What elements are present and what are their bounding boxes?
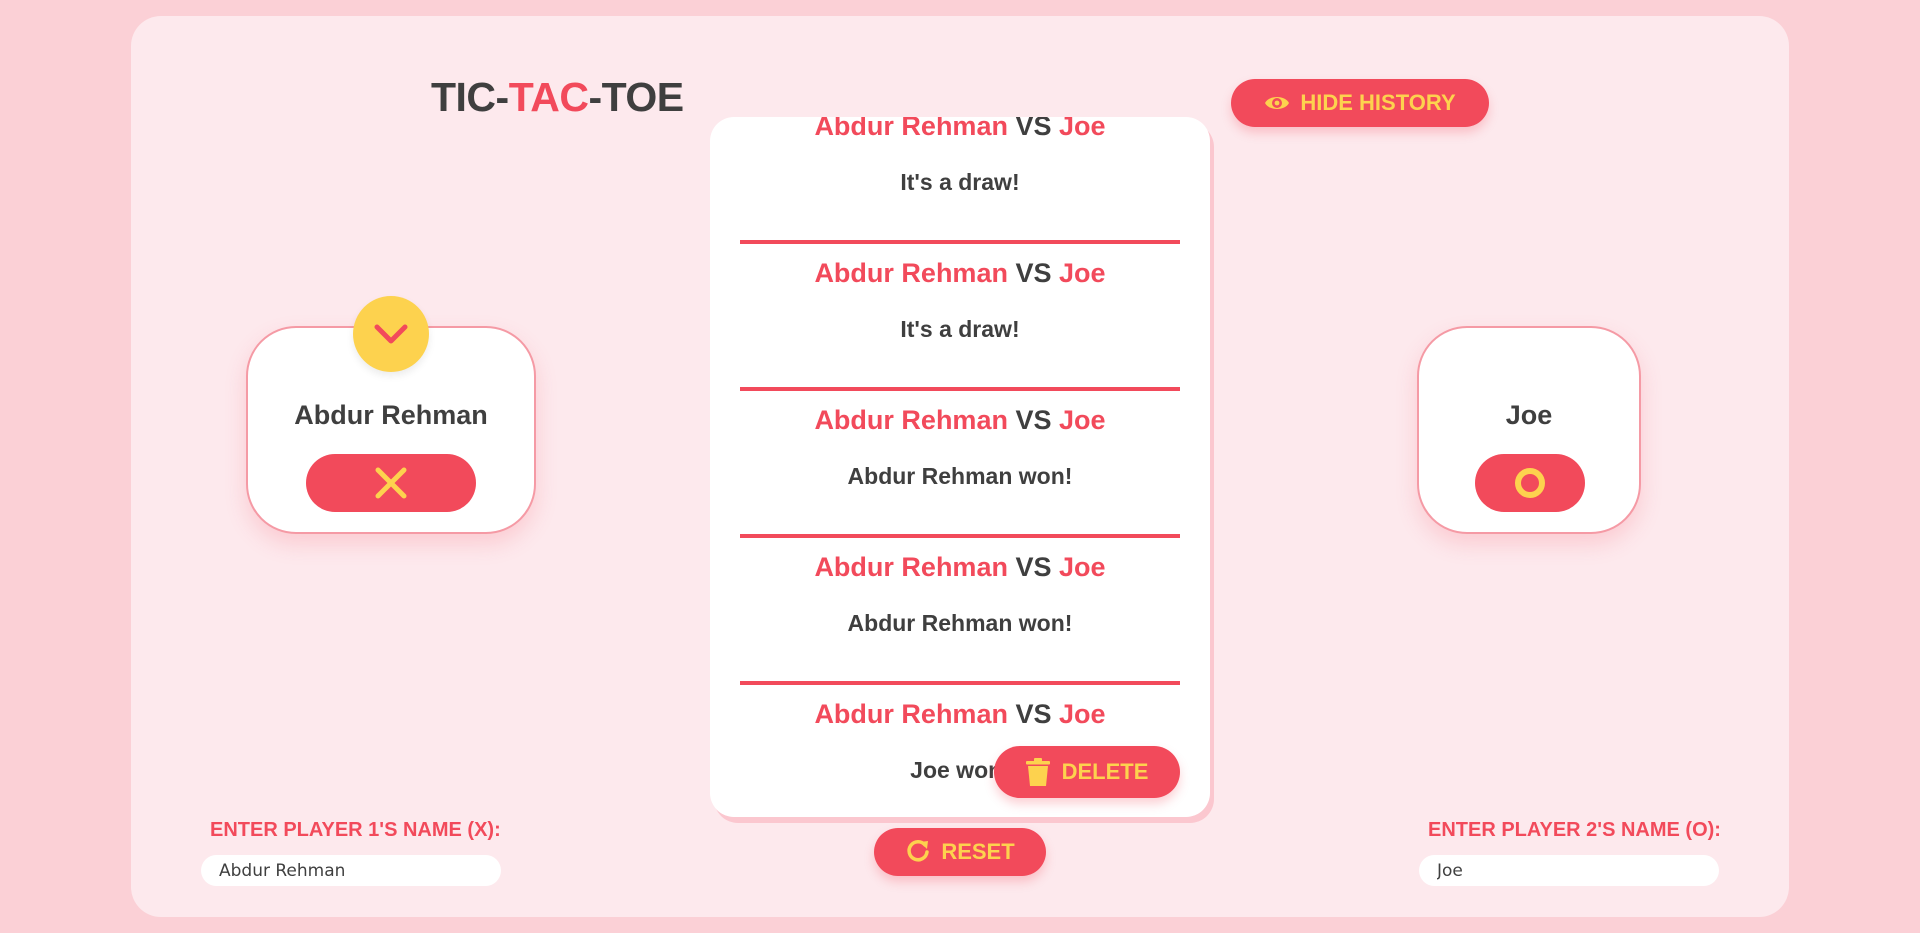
player-2-name-label: ENTER PLAYER 2'S NAME (O):: [1428, 819, 1721, 841]
player-1-name: Abdur Rehman: [294, 400, 488, 430]
history-matchup: Abdur Rehman VS Joe: [740, 117, 1180, 142]
player-2-name-input[interactable]: [1419, 855, 1719, 886]
delete-history-button[interactable]: DELETE: [994, 746, 1180, 798]
history-result: It's a draw!: [900, 316, 1020, 342]
history-player-1: Abdur Rehman: [814, 117, 1008, 141]
history-result: Abdur Rehman won!: [847, 610, 1073, 636]
player-2-symbol-button[interactable]: [1475, 454, 1585, 512]
history-matchup: Abdur Rehman VS Joe: [740, 552, 1180, 583]
history-player-1: Abdur Rehman: [814, 405, 1008, 435]
history-player-1: Abdur Rehman: [814, 699, 1008, 729]
history-vs: VS: [1015, 258, 1052, 288]
page-title: TIC-TAC-TOE: [431, 74, 684, 121]
history-matchup: Abdur Rehman VS Joe: [740, 258, 1180, 289]
history-matchup: Abdur Rehman VS Joe: [740, 405, 1180, 436]
history-result: Abdur Rehman won!: [847, 463, 1073, 489]
hide-history-label: HIDE HISTORY: [1300, 90, 1456, 115]
history-player-2: Joe: [1059, 258, 1106, 288]
history-matchup: Abdur Rehman VS Joe: [740, 699, 1180, 730]
history-entry: Abdur Rehman VS Joe It's a draw!: [740, 244, 1180, 391]
o-icon: [1515, 468, 1545, 498]
history-vs: VS: [1015, 699, 1052, 729]
history-entry: Abdur Rehman VS Joe Abdur Rehman won!: [740, 538, 1180, 685]
history-panel[interactable]: Abdur Rehman VS Joe It's a draw! Abdur R…: [710, 117, 1210, 817]
title-part-1: TIC-: [431, 74, 509, 120]
history-entry: Abdur Rehman VS Joe Abdur Rehman won!: [740, 391, 1180, 538]
player-1-symbol-button[interactable]: [306, 454, 476, 512]
current-turn-indicator: [353, 296, 429, 372]
history-player-1: Abdur Rehman: [814, 552, 1008, 582]
history-player-2: Joe: [1059, 405, 1106, 435]
x-icon: [375, 467, 407, 499]
history-player-1: Abdur Rehman: [814, 258, 1008, 288]
history-vs: VS: [1015, 117, 1052, 141]
history-result: It's a draw!: [900, 169, 1020, 195]
history-player-2: Joe: [1059, 552, 1106, 582]
trash-icon: [1025, 758, 1050, 786]
title-part-3: -TOE: [588, 74, 684, 120]
player-2-name: Joe: [1505, 400, 1553, 430]
history-player-2: Joe: [1059, 117, 1106, 141]
delete-label: DELETE: [1061, 759, 1149, 784]
reset-button[interactable]: RESET: [874, 828, 1046, 876]
chevron-down-icon: [374, 324, 408, 344]
history-player-2: Joe: [1059, 699, 1106, 729]
hide-history-button[interactable]: HIDE HISTORY: [1231, 79, 1489, 127]
refresh-icon: [907, 840, 930, 862]
history-list: Abdur Rehman VS Joe It's a draw! Abdur R…: [740, 117, 1180, 817]
history-vs: VS: [1015, 552, 1052, 582]
player-1-name-input[interactable]: [201, 855, 501, 886]
reset-label: RESET: [941, 839, 1015, 864]
player-2-card: Joe: [1417, 326, 1641, 534]
player-1-name-label: ENTER PLAYER 1'S NAME (X):: [210, 819, 501, 841]
history-vs: VS: [1015, 405, 1052, 435]
history-entry: Abdur Rehman VS Joe It's a draw!: [740, 117, 1180, 244]
eye-icon: [1265, 97, 1290, 109]
title-part-2: TAC: [508, 74, 589, 120]
